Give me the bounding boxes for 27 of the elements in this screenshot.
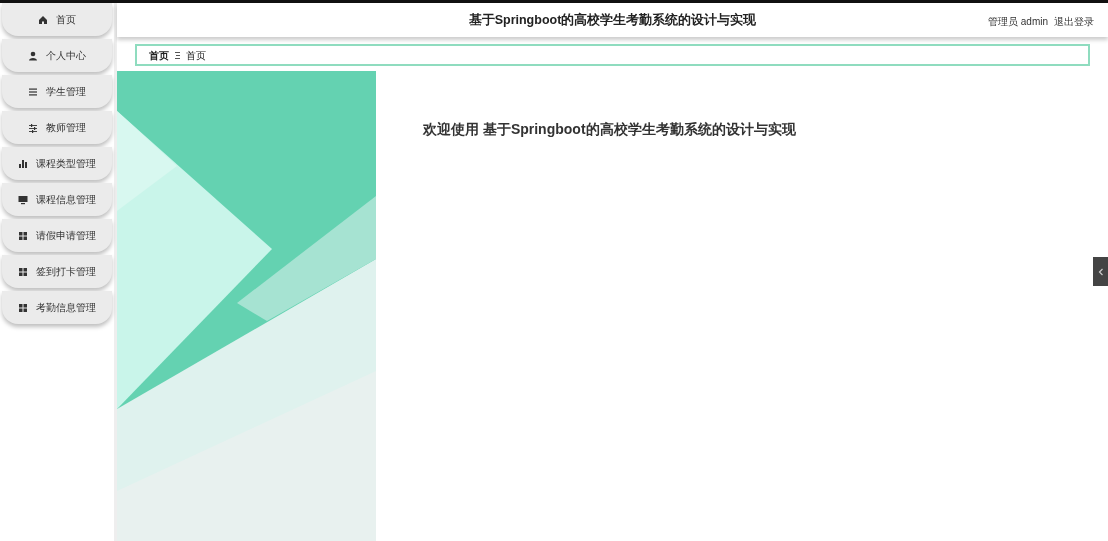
collapse-tab[interactable]: [1093, 257, 1108, 286]
list-icon: [28, 86, 38, 97]
welcome-heading: 欢迎使用 基于Springboot的高校学生考勤系统的设计与实现: [423, 120, 796, 139]
grid-icon: [18, 302, 28, 313]
chevron-left-icon: [1097, 267, 1104, 276]
breadcrumb-item: 首页: [186, 48, 206, 63]
menu-item[interactable]: 请假申请管理: [2, 219, 112, 252]
grid-icon: [18, 230, 28, 241]
home-icon: [38, 14, 48, 25]
sliders-icon: [28, 122, 38, 133]
menu-item[interactable]: 学生管理: [2, 75, 112, 108]
menu-item[interactable]: 教师管理: [2, 111, 112, 144]
menu-item[interactable]: 首页: [2, 3, 112, 36]
separator-icon: [175, 51, 180, 59]
menu-item[interactable]: 课程信息管理: [2, 183, 112, 216]
menu-item[interactable]: 课程类型管理: [2, 147, 112, 180]
user-icon: [28, 50, 38, 61]
menu-item[interactable]: 签到打卡管理: [2, 255, 112, 288]
logout-link[interactable]: 退出登录: [1054, 14, 1094, 29]
user-label: 管理员 admin: [988, 15, 1048, 29]
bar-chart-icon: [18, 158, 28, 169]
monitor-icon: [18, 194, 28, 205]
grid-icon: [18, 266, 28, 277]
breadcrumb-item[interactable]: 首页: [149, 47, 169, 63]
menu-item[interactable]: 个人中心: [2, 39, 112, 72]
menu-item[interactable]: 考勤信息管理: [2, 291, 112, 324]
page-title: 基于Springboot的高校学生考勤系统的设计与实现: [468, 11, 757, 29]
